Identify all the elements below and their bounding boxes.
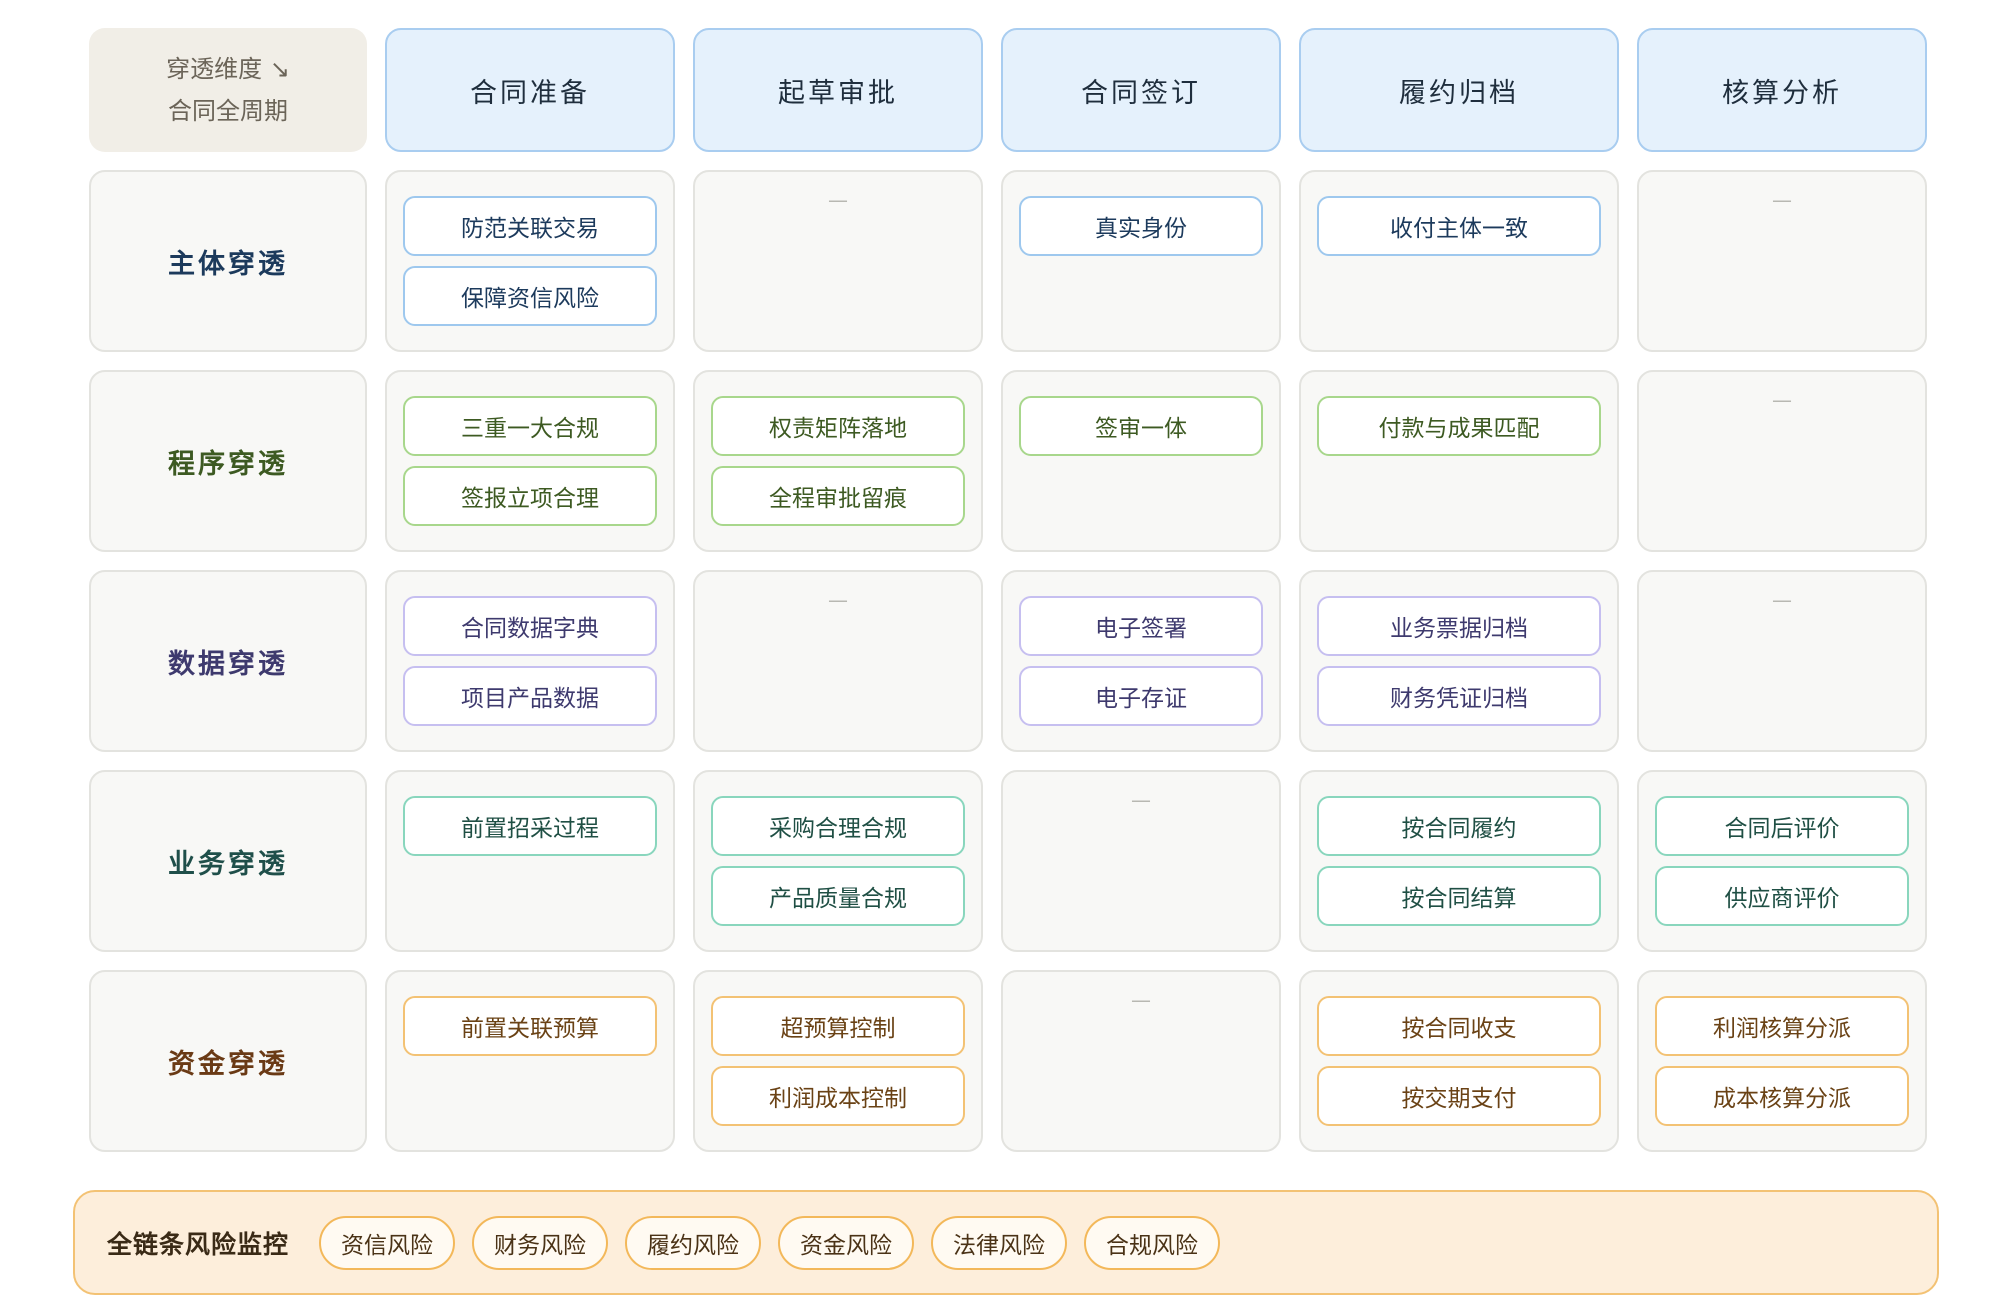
- dimension-label: 主体穿透: [89, 170, 367, 352]
- corner-line-2: 合同全周期: [168, 97, 288, 125]
- control-point-tag[interactable]: 电子签署: [1019, 596, 1263, 656]
- dimension-label: 业务穿透: [89, 770, 367, 952]
- risk-title: 全链条风险监控: [107, 1229, 290, 1259]
- stage-header: 履约归档: [1299, 28, 1619, 152]
- control-point-tag[interactable]: 产品质量合规: [711, 866, 965, 926]
- control-point-tag[interactable]: 利润核算分派: [1655, 996, 1909, 1056]
- matrix-cell: 按合同履约按合同结算: [1299, 770, 1619, 952]
- control-point-tag[interactable]: 供应商评价: [1655, 866, 1909, 926]
- matrix-cell: 按合同收支按交期支付: [1299, 970, 1619, 1152]
- stage-header: 起草审批: [693, 28, 983, 152]
- matrix-cell: —: [693, 170, 983, 352]
- control-point-tag[interactable]: 采购合理合规: [711, 796, 965, 856]
- risk-tag[interactable]: 合规风险: [1084, 1215, 1221, 1270]
- matrix-cell: 权责矩阵落地 全程审批留痕: [693, 370, 983, 552]
- penetration-matrix: 穿透维度 ↘ 合同全周期 合同准备 起草审批 合同签订 履约归档 核算分析主体穿透 防范关…: [89, 28, 1927, 1152]
- risk-tag-list: 资信风险 财务风险 履约风险 资金风险 法律风险 合规风险: [319, 1215, 1237, 1270]
- empty-marker: —: [1131, 788, 1151, 812]
- control-point-tag[interactable]: 按合同收支: [1317, 996, 1601, 1056]
- matrix-cell: 防范关联交易 保障资信风险: [385, 170, 675, 352]
- matrix-cell: 采购合理合规 产品质量合规: [693, 770, 983, 952]
- control-point-tag[interactable]: 按交期支付: [1317, 1066, 1601, 1126]
- control-point-tag[interactable]: 业务票据归档: [1317, 596, 1601, 656]
- matrix-cell: —: [693, 570, 983, 752]
- control-point-tag[interactable]: 真实身份: [1019, 196, 1263, 256]
- matrix-cell: —: [1637, 170, 1927, 352]
- matrix-cell: 签审一体: [1001, 370, 1281, 552]
- empty-marker: —: [828, 588, 848, 612]
- control-point-tag[interactable]: 成本核算分派: [1655, 1066, 1909, 1126]
- risk-tag[interactable]: 资金风险: [778, 1215, 915, 1270]
- control-point-tag[interactable]: 权责矩阵落地: [711, 396, 965, 456]
- control-point-tag[interactable]: 前置关联预算: [403, 996, 657, 1056]
- matrix-cell: 合同数据字典 项目产品数据: [385, 570, 675, 752]
- control-point-tag[interactable]: 收付主体一致: [1317, 196, 1601, 256]
- matrix-cell: —: [1637, 370, 1927, 552]
- matrix-corner-header: 穿透维度 ↘ 合同全周期: [89, 28, 367, 152]
- risk-tag[interactable]: 财务风险: [472, 1215, 609, 1270]
- matrix-cell: —: [1637, 570, 1927, 752]
- empty-marker: —: [828, 188, 848, 212]
- matrix-cell: —: [1001, 970, 1281, 1152]
- control-point-tag[interactable]: 付款与成果匹配: [1317, 396, 1601, 456]
- control-point-tag[interactable]: 三重一大合规: [403, 396, 657, 456]
- control-point-tag[interactable]: 合同数据字典: [403, 596, 657, 656]
- control-point-tag[interactable]: 按合同履约: [1317, 796, 1601, 856]
- stage-header: 合同准备: [385, 28, 675, 152]
- matrix-cell: 超预算控制利润成本控制: [693, 970, 983, 1152]
- empty-marker: —: [1772, 588, 1792, 612]
- matrix-cell: 前置招采过程: [385, 770, 675, 952]
- control-point-tag[interactable]: 财务凭证归档: [1317, 666, 1601, 726]
- matrix-cell: —: [1001, 770, 1281, 952]
- matrix-cell: 付款与成果匹配: [1299, 370, 1619, 552]
- matrix-cell: 收付主体一致: [1299, 170, 1619, 352]
- control-point-tag[interactable]: 超预算控制: [711, 996, 965, 1056]
- control-point-tag[interactable]: 合同后评价: [1655, 796, 1909, 856]
- risk-tag[interactable]: 法律风险: [931, 1215, 1068, 1270]
- control-point-tag[interactable]: 全程审批留痕: [711, 466, 965, 526]
- control-point-tag[interactable]: 项目产品数据: [403, 666, 657, 726]
- dimension-label: 程序穿透: [89, 370, 367, 552]
- control-point-tag[interactable]: 按合同结算: [1317, 866, 1601, 926]
- empty-marker: —: [1772, 388, 1792, 412]
- control-point-tag[interactable]: 签审一体: [1019, 396, 1263, 456]
- control-point-tag[interactable]: 利润成本控制: [711, 1066, 965, 1126]
- risk-tag[interactable]: 资信风险: [319, 1215, 456, 1270]
- risk-monitoring-bar: 全链条风险监控 资信风险 财务风险 履约风险 资金风险 法律风险 合规风险: [73, 1190, 1939, 1295]
- matrix-cell: 前置关联预算: [385, 970, 675, 1152]
- empty-marker: —: [1131, 988, 1151, 1012]
- stage-header: 核算分析: [1637, 28, 1927, 152]
- matrix-cell: 合同后评价供应商评价: [1637, 770, 1927, 952]
- control-point-tag[interactable]: 保障资信风险: [403, 266, 657, 326]
- control-point-tag[interactable]: 电子存证: [1019, 666, 1263, 726]
- dimension-label: 数据穿透: [89, 570, 367, 752]
- matrix-cell: 三重一大合规 签报立项合理: [385, 370, 675, 552]
- matrix-cell: 利润核算分派 成本核算分派: [1637, 970, 1927, 1152]
- control-point-tag[interactable]: 签报立项合理: [403, 466, 657, 526]
- corner-line-1: 穿透维度 ↘: [166, 55, 290, 83]
- risk-tag[interactable]: 履约风险: [625, 1215, 762, 1270]
- control-point-tag[interactable]: 前置招采过程: [403, 796, 657, 856]
- empty-marker: —: [1772, 188, 1792, 212]
- dimension-label: 资金穿透: [89, 970, 367, 1152]
- matrix-cell: 真实身份: [1001, 170, 1281, 352]
- matrix-cell: 业务票据归档 财务凭证归档: [1299, 570, 1619, 752]
- matrix-cell: 电子签署 电子存证: [1001, 570, 1281, 752]
- stage-header: 合同签订: [1001, 28, 1281, 152]
- control-point-tag[interactable]: 防范关联交易: [403, 196, 657, 256]
